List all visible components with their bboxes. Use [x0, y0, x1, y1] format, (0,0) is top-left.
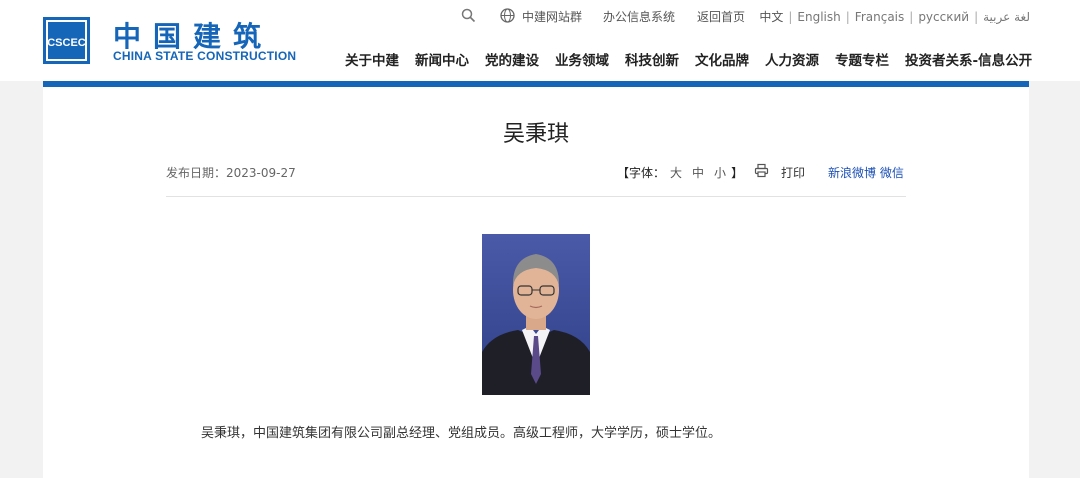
article-panel: 吴秉琪 发布日期：2023-09-27 【字体： 大中小】 打印 新浪微博 微信 [43, 87, 1029, 478]
lang-french[interactable]: Français [855, 10, 904, 24]
search-icon[interactable] [461, 8, 476, 23]
nav-party-building[interactable]: 党的建设 [485, 49, 539, 69]
font-medium-button[interactable]: 中 [692, 166, 704, 180]
divider [166, 196, 906, 197]
nav-innovation[interactable]: 科技创新 [625, 49, 679, 69]
article-title: 吴秉琪 [502, 122, 569, 147]
lang-chinese[interactable]: 中文 [759, 10, 783, 24]
globe-icon [500, 8, 515, 23]
lang-russian[interactable]: русский [918, 10, 969, 24]
publish-date: 发布日期：2023-09-27 [166, 164, 296, 181]
share-links: 新浪微博 微信 [828, 164, 904, 181]
font-small-button[interactable]: 小 [714, 166, 726, 180]
lang-arabic[interactable]: لغة عربية [983, 10, 1030, 24]
lang-english[interactable]: English [797, 10, 840, 24]
bio-text: 吴秉琪，中国建筑集团有限公司副总经理、党组成员。高级工程师，大学学历，硕士学位。 [201, 426, 722, 441]
share-weibo-link[interactable]: 新浪微博 [828, 166, 876, 180]
nav-investor-relations[interactable]: 投资者关系-信息公开 [905, 49, 1032, 69]
nav-business[interactable]: 业务领域 [555, 49, 609, 69]
nav-hr[interactable]: 人力资源 [765, 49, 819, 69]
main-nav: 关于中建 新闻中心 党的建设 业务领域 科技创新 文化品牌 人力资源 专题专栏 … [345, 49, 1032, 69]
portrait-photo [482, 234, 590, 395]
nav-about[interactable]: 关于中建 [345, 49, 399, 69]
logo-mark-text: CSCEC [47, 37, 86, 49]
site-header: CSCEC 中国建筑 CHINA STATE CONSTRUCTION 中建网站… [0, 0, 1080, 81]
fontsize-close: 】 [731, 166, 744, 180]
language-switcher: 中文 | English | Français | русский | لغة عربية [759, 10, 1030, 24]
nav-news[interactable]: 新闻中心 [415, 49, 469, 69]
print-icon[interactable] [754, 163, 769, 178]
date-label: 发布日期： [166, 166, 227, 180]
share-wechat-link[interactable]: 微信 [880, 166, 904, 180]
font-size-control: 【字体： 大中小】 [617, 164, 743, 181]
font-large-button[interactable]: 大 [670, 166, 682, 180]
home-link[interactable]: 返回首页 [697, 8, 745, 25]
logo-name-en[interactable]: CHINA STATE CONSTRUCTION [113, 49, 296, 63]
nav-topics[interactable]: 专题专栏 [835, 49, 889, 69]
print-button[interactable]: 打印 [781, 164, 805, 181]
oa-system-link[interactable]: 办公信息系统 [603, 8, 675, 25]
nav-culture-brand[interactable]: 文化品牌 [695, 49, 749, 69]
site-group-link[interactable]: 中建网站群 [522, 8, 582, 25]
fontsize-open: 【字体： [617, 166, 666, 180]
cscec-logo-mark[interactable]: CSCEC [43, 17, 90, 64]
date-value: 2023-09-27 [226, 166, 296, 180]
